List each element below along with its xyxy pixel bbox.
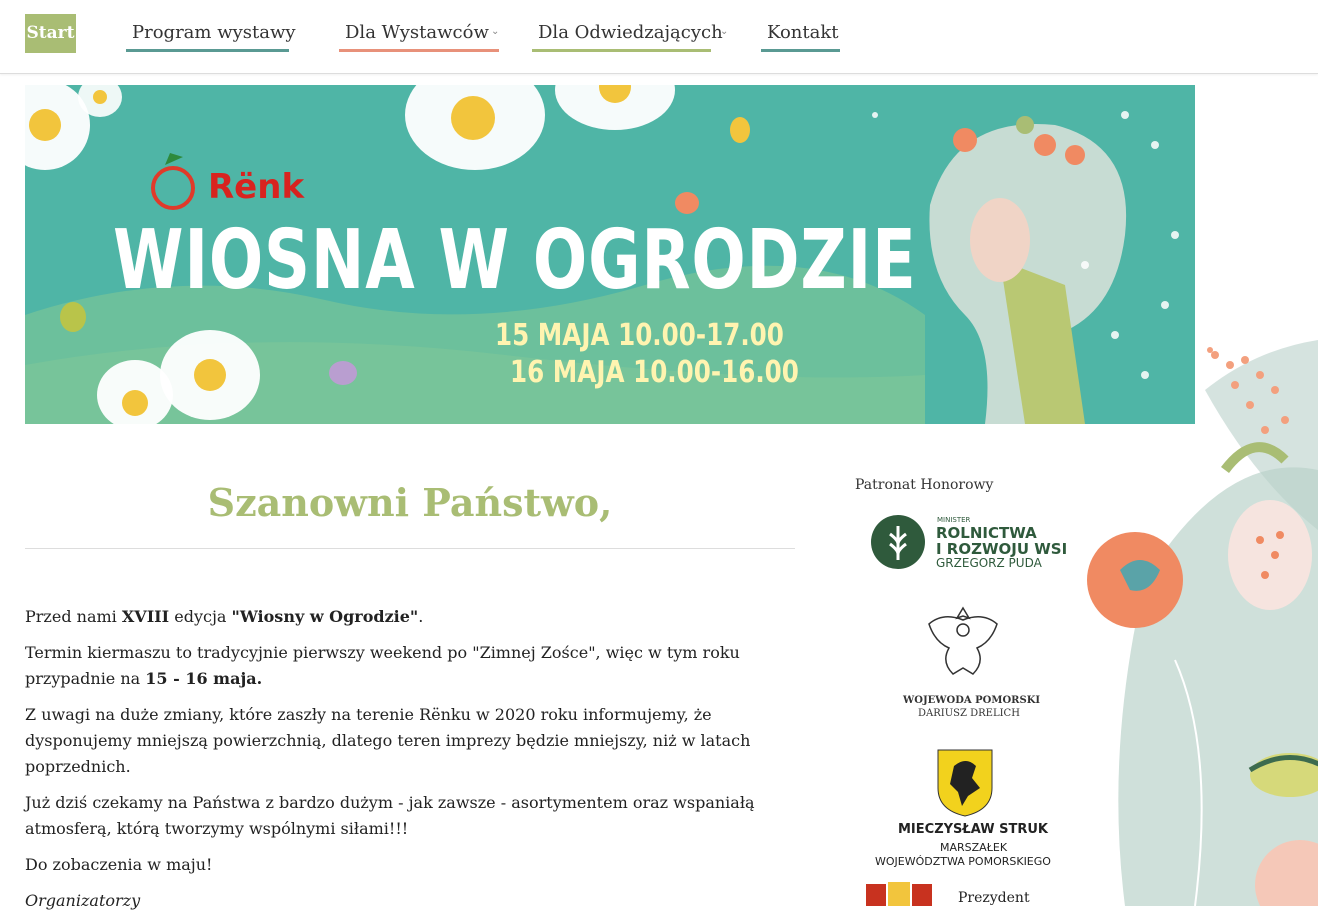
paragraph-info: Z uwagi na duże zmiany, które zaszły na … <box>25 705 751 776</box>
banner-date-2: 16 MAJA 10.00-16.00 <box>510 355 799 390</box>
decorative-illustration <box>1085 330 1318 906</box>
nav-item-label: Dla Wystawców <box>345 22 489 43</box>
city-crest-icon <box>866 882 932 906</box>
marszalek-logo[interactable]: MIECZYSŁAW STRUK MARSZAŁEK WOJEWÓDZTWA P… <box>870 748 1070 873</box>
banner-title: WIOSNA W OGRODZIE <box>113 213 917 308</box>
nav-underline <box>761 49 840 52</box>
wheat-icon <box>871 515 925 569</box>
main-article: Przed nami XVIII edycja "Wiosny w Ogrodz… <box>25 604 795 924</box>
nav-underline <box>126 49 289 52</box>
page-heading: Szanowni Państwo, <box>207 480 613 525</box>
divider <box>25 548 795 549</box>
signature: Organizatorzy <box>25 891 141 910</box>
eagle-emblem-icon <box>928 606 998 675</box>
nav-item-label: Program wystawy <box>132 22 296 43</box>
nav-item-visitors[interactable]: Dla Odwiedzających ⌄ <box>532 20 728 52</box>
top-navigation: Start Program wystawy Dla Wystawców ⌄ Dl… <box>0 0 1318 74</box>
nav-item-label: Dla Odwiedzających <box>538 22 723 43</box>
paragraph-farewell: Do zobaczenia w maju! <box>25 855 213 874</box>
nav-start-button[interactable]: Start <box>25 14 76 53</box>
chevron-down-icon: ⌄ <box>720 26 729 37</box>
hero-banner: Rënk WIOSNA W OGRODZIE 15 MAJA 10.00-17.… <box>25 85 1195 424</box>
banner-date-1: 15 MAJA 10.00-17.00 <box>495 318 784 353</box>
paragraph-intro: Przed nami XVIII edycja "Wiosny w Ogrodz… <box>25 607 424 626</box>
paragraph-dates: Termin kiermaszu to tradycyjnie pierwszy… <box>25 643 740 688</box>
nav-item-program[interactable]: Program wystawy <box>126 20 296 52</box>
wojewoda-logo[interactable]: WOJEWODA POMORSKI DARIUSZ DRELICH <box>895 602 1040 722</box>
nav-underline <box>339 49 499 52</box>
nav-item-contact[interactable]: Kontakt <box>761 20 840 52</box>
minister-logo[interactable]: MINISTER ROLNICTWA I ROZWOJU WSI GRZEGOR… <box>870 512 1070 572</box>
griffin-crest-icon <box>937 749 993 817</box>
sidebar-title: Patronat Honorowy <box>855 477 994 493</box>
nav-underline <box>532 49 711 52</box>
nav-item-label: Kontakt <box>767 22 839 43</box>
paragraph-invite: Już dziś czekamy na Państwa z bardzo duż… <box>25 793 755 838</box>
chevron-down-icon: ⌄ <box>491 26 500 37</box>
nav-item-exhibitors[interactable]: Dla Wystawców ⌄ <box>339 20 499 52</box>
prezydent-logo[interactable]: Prezydent <box>860 880 1040 906</box>
banner-brand: Rënk <box>208 167 305 207</box>
